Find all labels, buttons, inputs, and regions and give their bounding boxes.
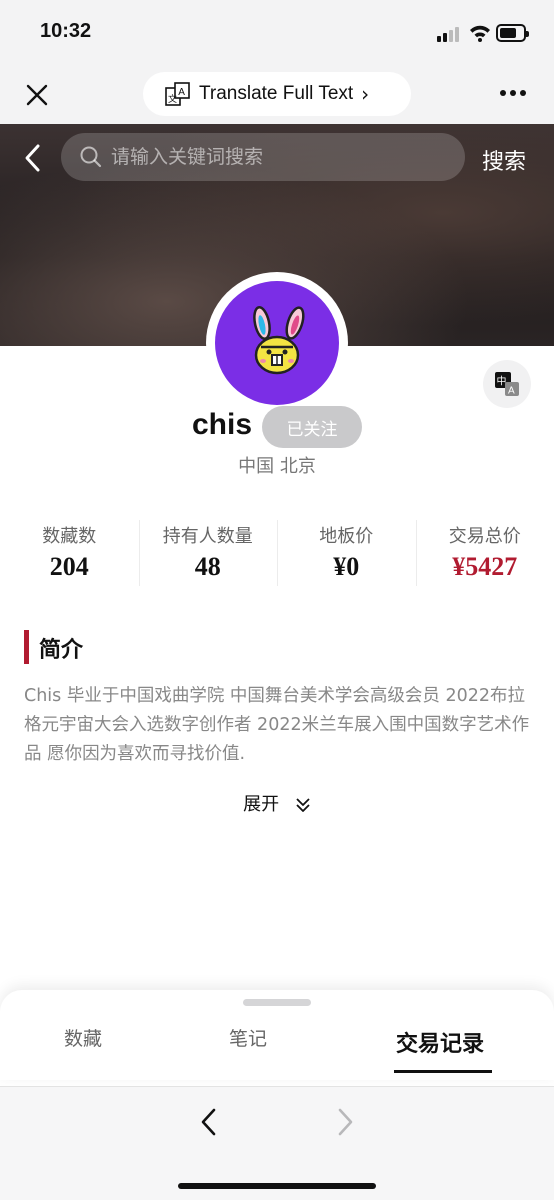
stat-label: 地板价 (319, 526, 374, 547)
stat-value: 48 (194, 552, 221, 581)
stat-value: 204 (49, 552, 89, 581)
section-accent-bar (24, 630, 29, 664)
tab-notes[interactable]: 笔记 (229, 1024, 267, 1051)
back-arrow-icon[interactable] (20, 142, 46, 174)
expand-label: 展开 (243, 794, 280, 815)
stat-total-volume: 交易总价 ¥5427 (415, 518, 554, 590)
avatar-ring (206, 272, 348, 414)
intro-text: Chis 毕业于中国戏曲学院 中国舞台美术学会高级会员 2022布拉格元宇宙大会… (24, 686, 530, 764)
nav-forward-icon[interactable] (334, 1107, 356, 1137)
follow-button[interactable]: 已关注 (262, 406, 362, 448)
profile-location: 中国 北京 (0, 452, 554, 478)
search-input[interactable] (111, 146, 431, 168)
translate-icon: A 文 (165, 82, 190, 106)
stat-label: 数藏数 (42, 526, 97, 547)
double-chevron-down-icon (296, 798, 310, 812)
close-icon[interactable] (22, 80, 52, 110)
profile-username: chis (192, 408, 253, 441)
svg-text:A: A (178, 87, 185, 98)
expand-button[interactable]: 展开 (0, 790, 554, 816)
stats-row: 数藏数 204 持有人数量 48 地板价 ¥0 交易总价 ¥5427 (0, 518, 554, 590)
active-tab-indicator (394, 1070, 492, 1073)
tab-transactions[interactable]: 交易记录 (396, 1026, 484, 1058)
intro-heading: 简介 (39, 638, 84, 663)
bunny-avatar-icon (253, 306, 305, 375)
top-nav: A 文 Translate Full Text › (0, 64, 554, 124)
chevron-right-icon: › (361, 82, 370, 106)
more-options-icon[interactable] (500, 90, 532, 100)
svg-text:A: A (508, 386, 515, 397)
location-text: 中国 北京 (238, 456, 316, 477)
stat-value: ¥5427 (452, 552, 518, 581)
tab-collections[interactable]: 数藏 (64, 1024, 102, 1051)
svg-text:文: 文 (168, 93, 177, 105)
translate-label: Translate Full Text (199, 83, 354, 104)
avatar[interactable] (215, 281, 339, 405)
status-bar: 10:32 (0, 0, 554, 64)
stat-value: ¥0 (333, 552, 360, 581)
browser-toolbar (0, 1086, 554, 1200)
bottom-sheet: 数藏 笔记 交易记录 (0, 990, 554, 1080)
status-time: 10:32 (40, 20, 92, 42)
home-indicator (178, 1183, 376, 1189)
stat-label: 持有人数量 (162, 526, 253, 547)
signal-icon (437, 26, 463, 42)
stat-collections: 数藏数 204 (0, 518, 139, 590)
translate-full-text-button[interactable]: A 文 Translate Full Text › (143, 72, 411, 116)
stat-holders: 持有人数量 48 (138, 518, 278, 590)
stat-label: 交易总价 (448, 526, 521, 547)
search-bar[interactable] (61, 133, 465, 181)
search-icon (80, 146, 102, 168)
stat-floor-price: 地板价 ¥0 (277, 518, 416, 590)
sheet-drag-handle[interactable] (243, 999, 311, 1006)
translate-round-button[interactable]: 中 A (483, 360, 531, 408)
nav-back-icon[interactable] (198, 1107, 220, 1137)
search-button[interactable]: 搜索 (482, 144, 526, 176)
translate-zh-icon: 中 A (495, 372, 519, 397)
wifi-icon (470, 25, 490, 42)
battery-icon (496, 24, 529, 42)
